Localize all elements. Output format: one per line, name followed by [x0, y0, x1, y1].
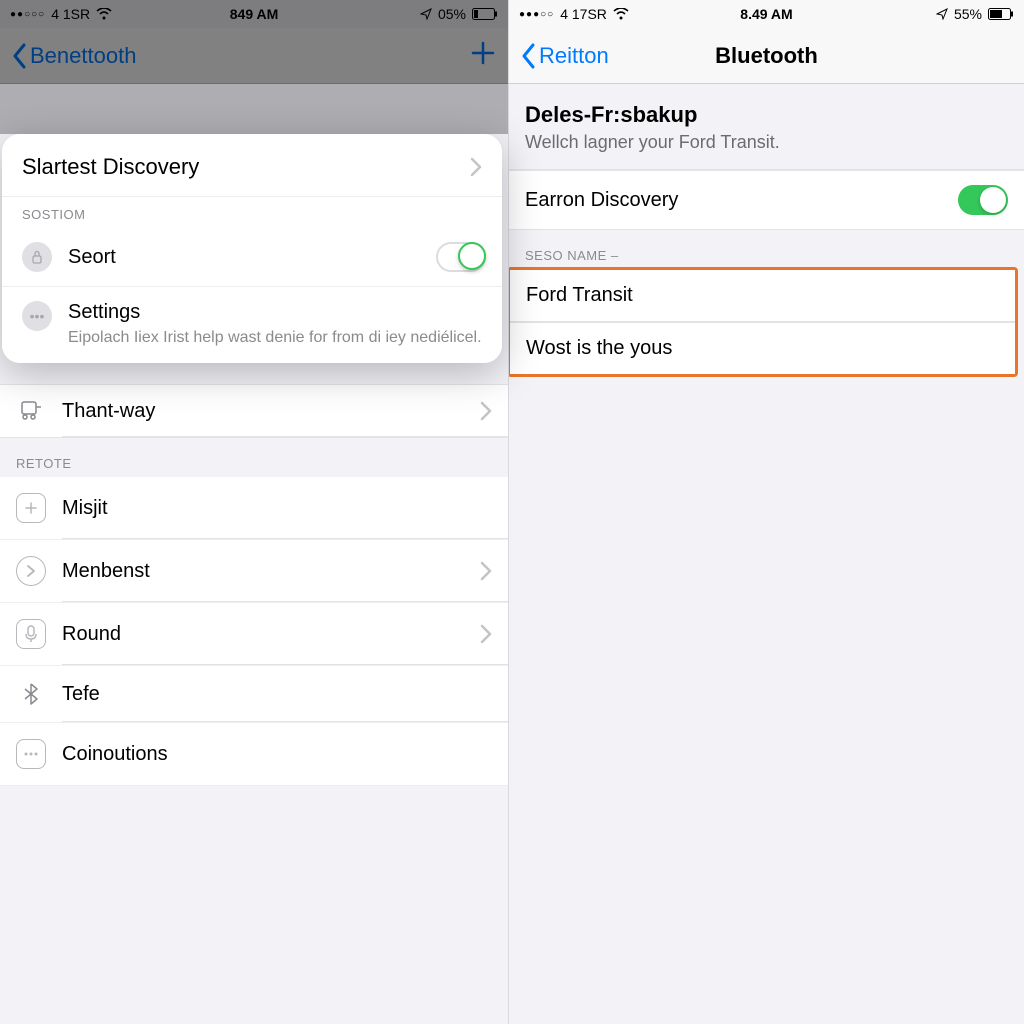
location-icon — [936, 8, 948, 20]
list-item-label: Misjit — [62, 497, 108, 520]
list-item-label: Thant-way — [62, 400, 155, 423]
list-item[interactable]: Coinoutions — [0, 723, 508, 786]
dots-box-icon — [16, 739, 46, 769]
seort-toggle[interactable] — [436, 242, 486, 272]
carrier-label: 4 1SR — [51, 6, 90, 22]
device-label: Wost is the yous — [526, 337, 672, 360]
bluetooth-icon — [16, 682, 46, 706]
header-block: Deles-Fr:sbakup Wellch lagner your Ford … — [509, 84, 1024, 170]
popup-settings-label: Settings — [68, 301, 482, 324]
signal-dots-icon: ●●●○○ — [519, 9, 554, 20]
list-item[interactable]: Menbenst — [0, 540, 508, 603]
wifi-icon — [96, 8, 112, 20]
status-time: 8.49 AM — [740, 6, 792, 22]
status-bar: ●●●○○ 4 17SR 8.49 AM 55% — [509, 0, 1024, 28]
device-row[interactable]: Ford Transit — [510, 270, 1015, 322]
discovery-toggle[interactable] — [958, 185, 1008, 215]
add-button[interactable] — [470, 40, 496, 71]
header-title: Deles-Fr:sbakup — [525, 102, 1008, 128]
transit-icon — [16, 399, 46, 423]
discovery-popup: Slartest Discovery SOSTIOM Seort ••• Set… — [2, 134, 502, 363]
device-label: Ford Transit — [526, 284, 633, 307]
nav-title: Bluetooth — [715, 43, 818, 69]
status-bar: ●●○○○ 4 1SR 849 AM 05% — [0, 0, 508, 28]
plus-box-icon — [16, 493, 46, 523]
status-left: ●●●○○ 4 17SR — [519, 6, 629, 22]
status-left: ●●○○○ 4 1SR — [10, 6, 112, 22]
back-label: Benettooth — [30, 43, 136, 69]
battery-percent: 05% — [438, 6, 466, 22]
chevron-right-icon — [470, 157, 482, 177]
right-pane: ●●●○○ 4 17SR 8.49 AM 55% Reitton Bluetoo… — [508, 0, 1024, 1024]
status-right: 55% — [936, 6, 1014, 22]
devices-section-header: SESO NAME – — [509, 230, 1024, 269]
back-button[interactable]: Benettooth — [12, 43, 136, 69]
nav-bar: Reitton Bluetooth — [509, 28, 1024, 84]
left-pane: ●●○○○ 4 1SR 849 AM 05% Benettooth — [0, 0, 508, 1024]
chevron-circle-icon — [16, 556, 46, 586]
chevron-left-icon — [12, 43, 28, 69]
right-list: Deles-Fr:sbakup Wellch lagner your Ford … — [509, 84, 1024, 1024]
list-item-label: Round — [62, 623, 121, 646]
status-right: 05% — [420, 6, 498, 22]
popup-title: Slartest Discovery — [22, 154, 199, 180]
header-sub: Wellch lagner your Ford Transit. — [525, 132, 1008, 153]
list-item-label: Menbenst — [62, 560, 150, 583]
back-button[interactable]: Reitton — [521, 43, 609, 69]
chevron-right-icon — [480, 561, 492, 581]
device-row[interactable]: Wost is the yous — [510, 322, 1015, 374]
back-label: Reitton — [539, 43, 609, 69]
chevron-left-icon — [521, 43, 537, 69]
popup-settings-sub: Eipolach Iiex Irist help wast denie for … — [68, 328, 482, 349]
wifi-icon — [613, 8, 629, 20]
chevron-right-icon — [480, 401, 492, 421]
battery-percent: 55% — [954, 6, 982, 22]
list-item-label: Coinoutions — [62, 743, 168, 766]
list-item[interactable]: Tefe — [0, 666, 508, 723]
location-icon — [420, 8, 432, 20]
popup-seort-label: Seort — [68, 246, 116, 269]
nav-bar: Benettooth — [0, 28, 508, 84]
signal-dots-icon: ●●○○○ — [10, 9, 45, 20]
discovery-row[interactable]: Earron Discovery — [509, 170, 1024, 230]
dots-icon: ••• — [22, 301, 52, 331]
list-item-label: Tefe — [62, 683, 100, 706]
status-time: 849 AM — [230, 6, 279, 22]
list-item[interactable]: Round — [0, 603, 508, 666]
discovery-label: Earron Discovery — [525, 189, 678, 212]
plus-icon — [470, 40, 496, 66]
battery-icon — [988, 8, 1014, 20]
popup-seort-row[interactable]: Seort — [2, 228, 502, 287]
popup-title-row[interactable]: Slartest Discovery — [2, 134, 502, 197]
popup-section-header: SOSTIOM — [2, 197, 502, 228]
list-item[interactable]: Misjit — [0, 477, 508, 540]
popup-settings-row[interactable]: ••• Settings Eipolach Iiex Irist help wa… — [2, 287, 502, 363]
lock-icon — [22, 242, 52, 272]
chevron-right-icon — [480, 624, 492, 644]
list-item[interactable]: Thant-way — [0, 384, 508, 438]
section-header-retote: RETOTE — [0, 438, 508, 477]
carrier-label: 4 17SR — [560, 6, 607, 22]
battery-icon — [472, 8, 498, 20]
mic-icon — [16, 619, 46, 649]
devices-highlight: Ford Transit Wost is the yous — [509, 267, 1018, 377]
